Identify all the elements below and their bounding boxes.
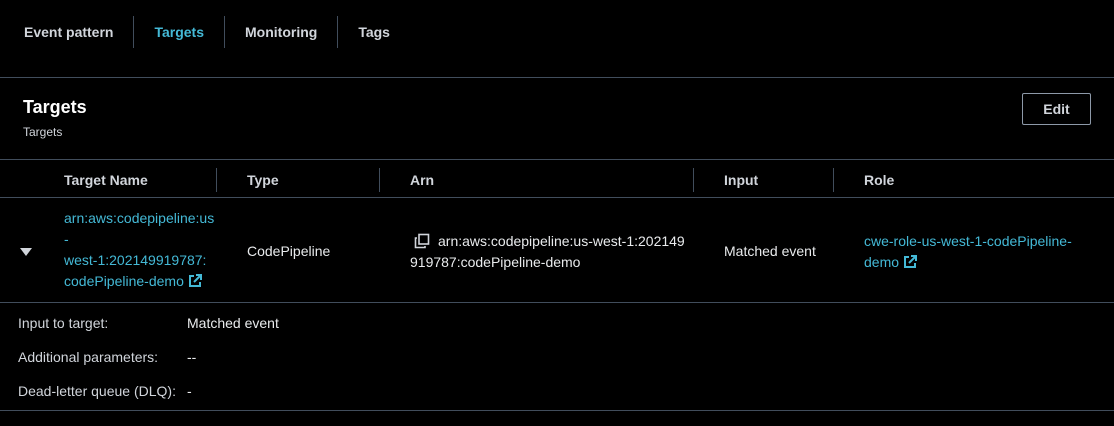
column-header-input: Input: [724, 172, 759, 188]
tab-monitoring[interactable]: Monitoring: [225, 16, 337, 48]
target-name-line[interactable]: arn:aws:codepipeline:us: [64, 210, 214, 226]
column-header-role: Role: [864, 172, 895, 188]
tab-event-pattern[interactable]: Event pattern: [0, 16, 133, 48]
role-line[interactable]: demo: [864, 254, 899, 270]
target-name-line[interactable]: -: [64, 231, 69, 247]
detail-label-parameters: Additional parameters:: [18, 349, 159, 365]
column-header-target-name: Target Name: [64, 172, 148, 188]
detail-value-input: Matched event: [187, 315, 279, 331]
column-divider: [833, 168, 834, 192]
role-link[interactable]: cwe-role-us-west-1-codePipeline- demo: [864, 231, 1104, 275]
detail-value-parameters: --: [187, 349, 197, 365]
tab-tags[interactable]: Tags: [338, 16, 410, 48]
table-row-divider: [0, 197, 1114, 198]
target-name-line[interactable]: codePipeline-demo: [64, 273, 184, 289]
column-divider: [379, 168, 380, 192]
tab-targets[interactable]: Targets: [134, 16, 224, 48]
target-input: Matched event: [724, 243, 816, 259]
target-name-line[interactable]: west-1:202149919787:: [64, 252, 206, 268]
bottom-divider: [0, 410, 1114, 411]
arn-line: arn:aws:codepipeline:us-west-1:202149: [438, 233, 685, 249]
target-arn: arn:aws:codepipeline:us-west-1:202149 91…: [410, 231, 685, 273]
column-header-arn: Arn: [410, 172, 435, 188]
panel-top-divider: [0, 77, 1114, 78]
edit-button[interactable]: Edit: [1022, 93, 1091, 125]
panel-subtitle: Targets: [23, 125, 63, 139]
column-divider: [693, 168, 694, 192]
panel-title: Targets: [23, 97, 87, 117]
tab-bar: Event pattern Targets Monitoring Tags: [0, 0, 1114, 64]
arn-line: 919787:codePipeline-demo: [410, 254, 581, 270]
column-header-type: Type: [247, 172, 279, 188]
details-divider: [0, 302, 1114, 303]
external-link-icon[interactable]: [903, 254, 918, 275]
external-link-icon[interactable]: [188, 273, 202, 294]
detail-label-input: Input to target:: [18, 315, 109, 331]
table-header-divider: [0, 159, 1114, 160]
role-line[interactable]: cwe-role-us-west-1-codePipeline-: [864, 233, 1072, 249]
target-name-link[interactable]: arn:aws:codepipeline:us - west-1:2021499…: [64, 208, 224, 294]
expand-row-icon[interactable]: [19, 245, 33, 257]
detail-value-dlq: -: [187, 383, 192, 399]
detail-label-dlq: Dead-letter queue (DLQ):: [18, 383, 176, 399]
target-type: CodePipeline: [247, 243, 331, 259]
column-divider: [216, 168, 217, 192]
